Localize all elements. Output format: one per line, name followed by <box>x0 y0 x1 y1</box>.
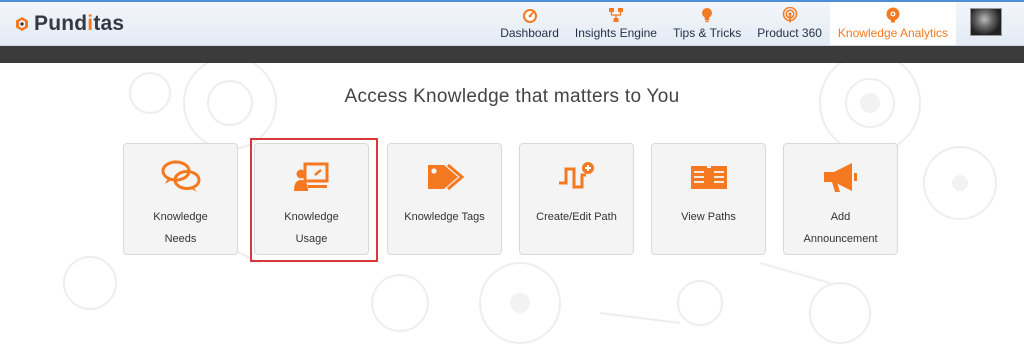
nav-item-product-360[interactable]: Product 360 <box>749 2 830 45</box>
lightbulb-icon <box>702 8 713 23</box>
broadcast-icon <box>782 7 797 23</box>
logo-text-prefix: Pund <box>34 12 88 35</box>
card-view-paths[interactable]: View Paths <box>651 143 766 255</box>
page-title: Access Knowledge that matters to You <box>344 86 680 107</box>
card-label-line1: Knowledge <box>153 211 208 223</box>
card-label-line1: Knowledge Tags <box>404 211 485 223</box>
card-label: Knowledge Needs <box>124 206 237 250</box>
brand-logo[interactable]: Punditas <box>14 12 124 36</box>
logo-icon <box>16 17 28 31</box>
card-label-line2: Usage <box>295 233 328 245</box>
card-create-edit-path[interactable]: Create/Edit Path <box>519 143 634 255</box>
top-navbar: Punditas Dashboard Insights Engine Tips … <box>0 2 1024 46</box>
card-label-line1: Add <box>830 211 851 223</box>
card-add-announcement[interactable]: Add Announcement <box>783 143 898 255</box>
card-label: Add Announcement <box>784 206 897 250</box>
card-knowledge-needs[interactable]: Knowledge Needs <box>123 143 238 255</box>
nav-item-insights-engine[interactable]: Insights Engine <box>567 2 665 45</box>
tags-icon <box>427 163 464 191</box>
nav-label: Product 360 <box>757 26 822 40</box>
nav-item-dashboard[interactable]: Dashboard <box>492 2 567 45</box>
card-label: Knowledge Tags <box>388 206 501 228</box>
network-icon <box>608 8 623 22</box>
card-label-line2: Announcement <box>803 233 878 245</box>
card-label: Create/Edit Path <box>520 206 633 228</box>
nav-item-tips-tricks[interactable]: Tips & Tricks <box>665 2 749 45</box>
nav-label: Insights Engine <box>574 26 657 40</box>
speedometer-icon <box>522 9 537 23</box>
card-knowledge-usage[interactable]: Knowledge Usage <box>254 143 369 255</box>
brain-gear-icon <box>886 7 900 23</box>
card-label-line1: View Paths <box>681 211 736 223</box>
open-book-icon <box>690 166 727 189</box>
presenter-board-icon <box>293 162 328 191</box>
megaphone-icon <box>823 163 857 192</box>
logo-text: Punditas <box>34 12 124 36</box>
user-avatar[interactable] <box>970 8 1002 36</box>
nav-item-knowledge-analytics[interactable]: Knowledge Analytics <box>829 2 956 45</box>
path-plus-icon <box>558 162 594 189</box>
main-nav: Dashboard Insights Engine Tips & Tricks <box>492 2 1024 45</box>
sub-header-bar <box>0 46 1024 63</box>
card-label-line1: Create/Edit Path <box>536 211 617 223</box>
card-label: Knowledge Usage <box>255 206 368 250</box>
card-label-line2: Needs <box>164 233 197 245</box>
logo-text-suffix: tas <box>93 12 125 35</box>
card-knowledge-tags[interactable]: Knowledge Tags <box>387 143 502 255</box>
nav-label: Dashboard <box>500 26 559 40</box>
card-label: View Paths <box>652 206 765 228</box>
nav-label: Knowledge Analytics <box>837 26 948 40</box>
chat-bubbles-icon <box>161 160 200 192</box>
nav-label: Tips & Tricks <box>672 26 742 40</box>
card-label-line1: Knowledge <box>284 211 339 223</box>
